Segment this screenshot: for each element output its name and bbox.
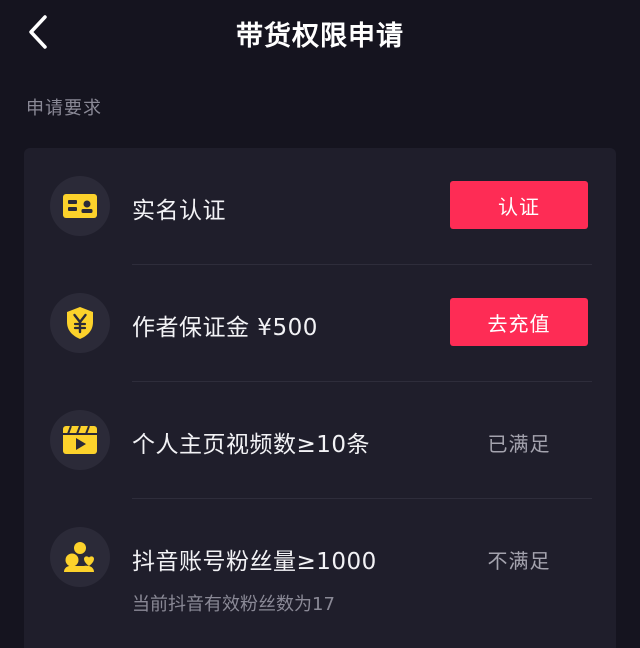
fans-icon — [50, 527, 110, 587]
video-clapper-icon — [50, 410, 110, 470]
requirement-row-fans: 抖音账号粉丝量≥1000 不满足 当前抖音有效粉丝数为17 — [24, 499, 616, 648]
status-unmet-text: 不满足 — [487, 549, 551, 573]
requirement-label: 抖音账号粉丝量≥1000 — [132, 549, 377, 575]
requirement-label: 作者保证金 ¥500 — [132, 315, 318, 341]
requirement-label: 个人主页视频数≥10条 — [132, 432, 371, 458]
id-card-icon — [50, 176, 110, 236]
verify-button[interactable]: 认证 — [450, 181, 588, 229]
current-fans-note: 当前抖音有效粉丝数为17 — [132, 594, 335, 615]
requirement-row-videos: 个人主页视频数≥10条 已满足 — [24, 382, 616, 498]
yen-shield-icon — [50, 293, 110, 353]
requirement-label: 实名认证 — [132, 198, 226, 224]
page-title: 带货权限申请 — [236, 21, 404, 52]
header-bar: 带货权限申请 — [0, 0, 640, 64]
section-label: 申请要求 — [26, 98, 102, 119]
requirements-card: 实名认证 认证 作者保证金 ¥500 去充值 个人主页视频数≥10条 已满足 抖… — [24, 148, 616, 648]
requirement-row-deposit: 作者保证金 ¥500 去充值 — [24, 265, 616, 381]
requirement-row-real-name: 实名认证 认证 — [24, 148, 616, 264]
recharge-button[interactable]: 去充值 — [450, 298, 588, 346]
status-met-text: 已满足 — [487, 432, 551, 456]
